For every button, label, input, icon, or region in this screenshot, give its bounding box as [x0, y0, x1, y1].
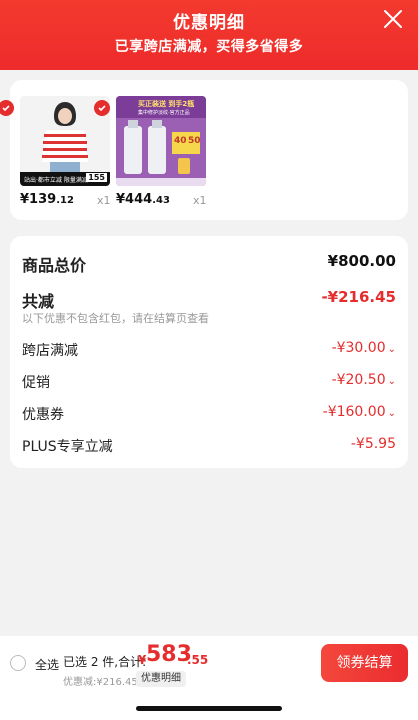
total-discount-value: -¥216.45	[321, 288, 396, 306]
discount-value: -¥30.00	[331, 340, 386, 356]
close-icon[interactable]	[382, 8, 404, 30]
product-price: ¥139.12	[20, 192, 74, 207]
page-title: 优惠明细	[173, 13, 245, 33]
price-summary-card: 商品总价 ¥800.00 共减 -¥216.45 以下优惠不包含红包，请在结算页…	[10, 236, 408, 468]
discount-label: 优惠券	[22, 407, 64, 423]
product-banner-text: 站出·都市立减 限量满减	[24, 177, 88, 184]
product-image: 买正装送 到手2瓶 集中修护淡纹·官方正品 40 50	[116, 96, 206, 186]
checkout-bar: 全选 已选 2 件,合计: ¥ 583 .55 优惠减:¥216.45 优惠明细…	[0, 636, 418, 720]
promo-badge-2: 50	[188, 136, 201, 146]
promo-headline: 买正装送 到手2瓶	[138, 100, 195, 108]
discount-summary: 优惠减:¥216.45	[63, 677, 138, 688]
chevron-down-icon: ⌄	[387, 344, 396, 355]
selected-count-text: 已选 2 件,合计:	[63, 655, 147, 669]
page-subtitle: 已享跨店满减，买得多省得多	[114, 39, 304, 55]
total-amount-decimal: .55	[187, 653, 209, 667]
select-all-radio[interactable]	[10, 655, 26, 671]
selected-check-icon[interactable]	[0, 100, 14, 116]
checkout-button[interactable]: 领券结算	[321, 644, 408, 682]
discount-label: 跨店满减	[22, 343, 78, 359]
chevron-down-icon: ⌄	[387, 376, 396, 387]
product-list-card: 站出·都市立减 限量满减 155 ¥139.12 x1 买正装送 到手2瓶 集中…	[0, 80, 408, 220]
product-banner-number: 155	[86, 173, 107, 182]
subtotal-value: ¥800.00	[327, 252, 396, 270]
discount-detail-button[interactable]: 优惠明细	[136, 671, 186, 687]
promo-subline: 集中修护淡纹·官方正品	[138, 110, 190, 116]
discount-value: -¥5.95	[350, 436, 396, 452]
total-discount-label: 共减	[22, 292, 55, 311]
subtotal-label: 商品总价	[22, 256, 87, 275]
discount-value: -¥160.00	[322, 404, 386, 420]
selected-check-icon[interactable]	[94, 100, 110, 116]
product-price: ¥444.43	[116, 192, 170, 207]
chevron-down-icon: ⌄	[387, 408, 396, 419]
promo-badge-1: 40	[174, 136, 187, 146]
home-indicator	[136, 706, 282, 711]
discount-label: PLUS专享立减	[22, 439, 113, 455]
discount-label: 促销	[22, 375, 50, 391]
product-quantity: x1	[193, 194, 207, 207]
discount-value: -¥20.50	[331, 372, 386, 388]
total-amount: 583	[146, 642, 192, 667]
select-all-label[interactable]: 全选	[35, 656, 59, 673]
discount-note: 以下优惠不包含红包，请在结算页查看	[22, 312, 209, 325]
product-quantity: x1	[97, 194, 111, 207]
header: 优惠明细 已享跨店满减，买得多省得多	[0, 0, 418, 70]
